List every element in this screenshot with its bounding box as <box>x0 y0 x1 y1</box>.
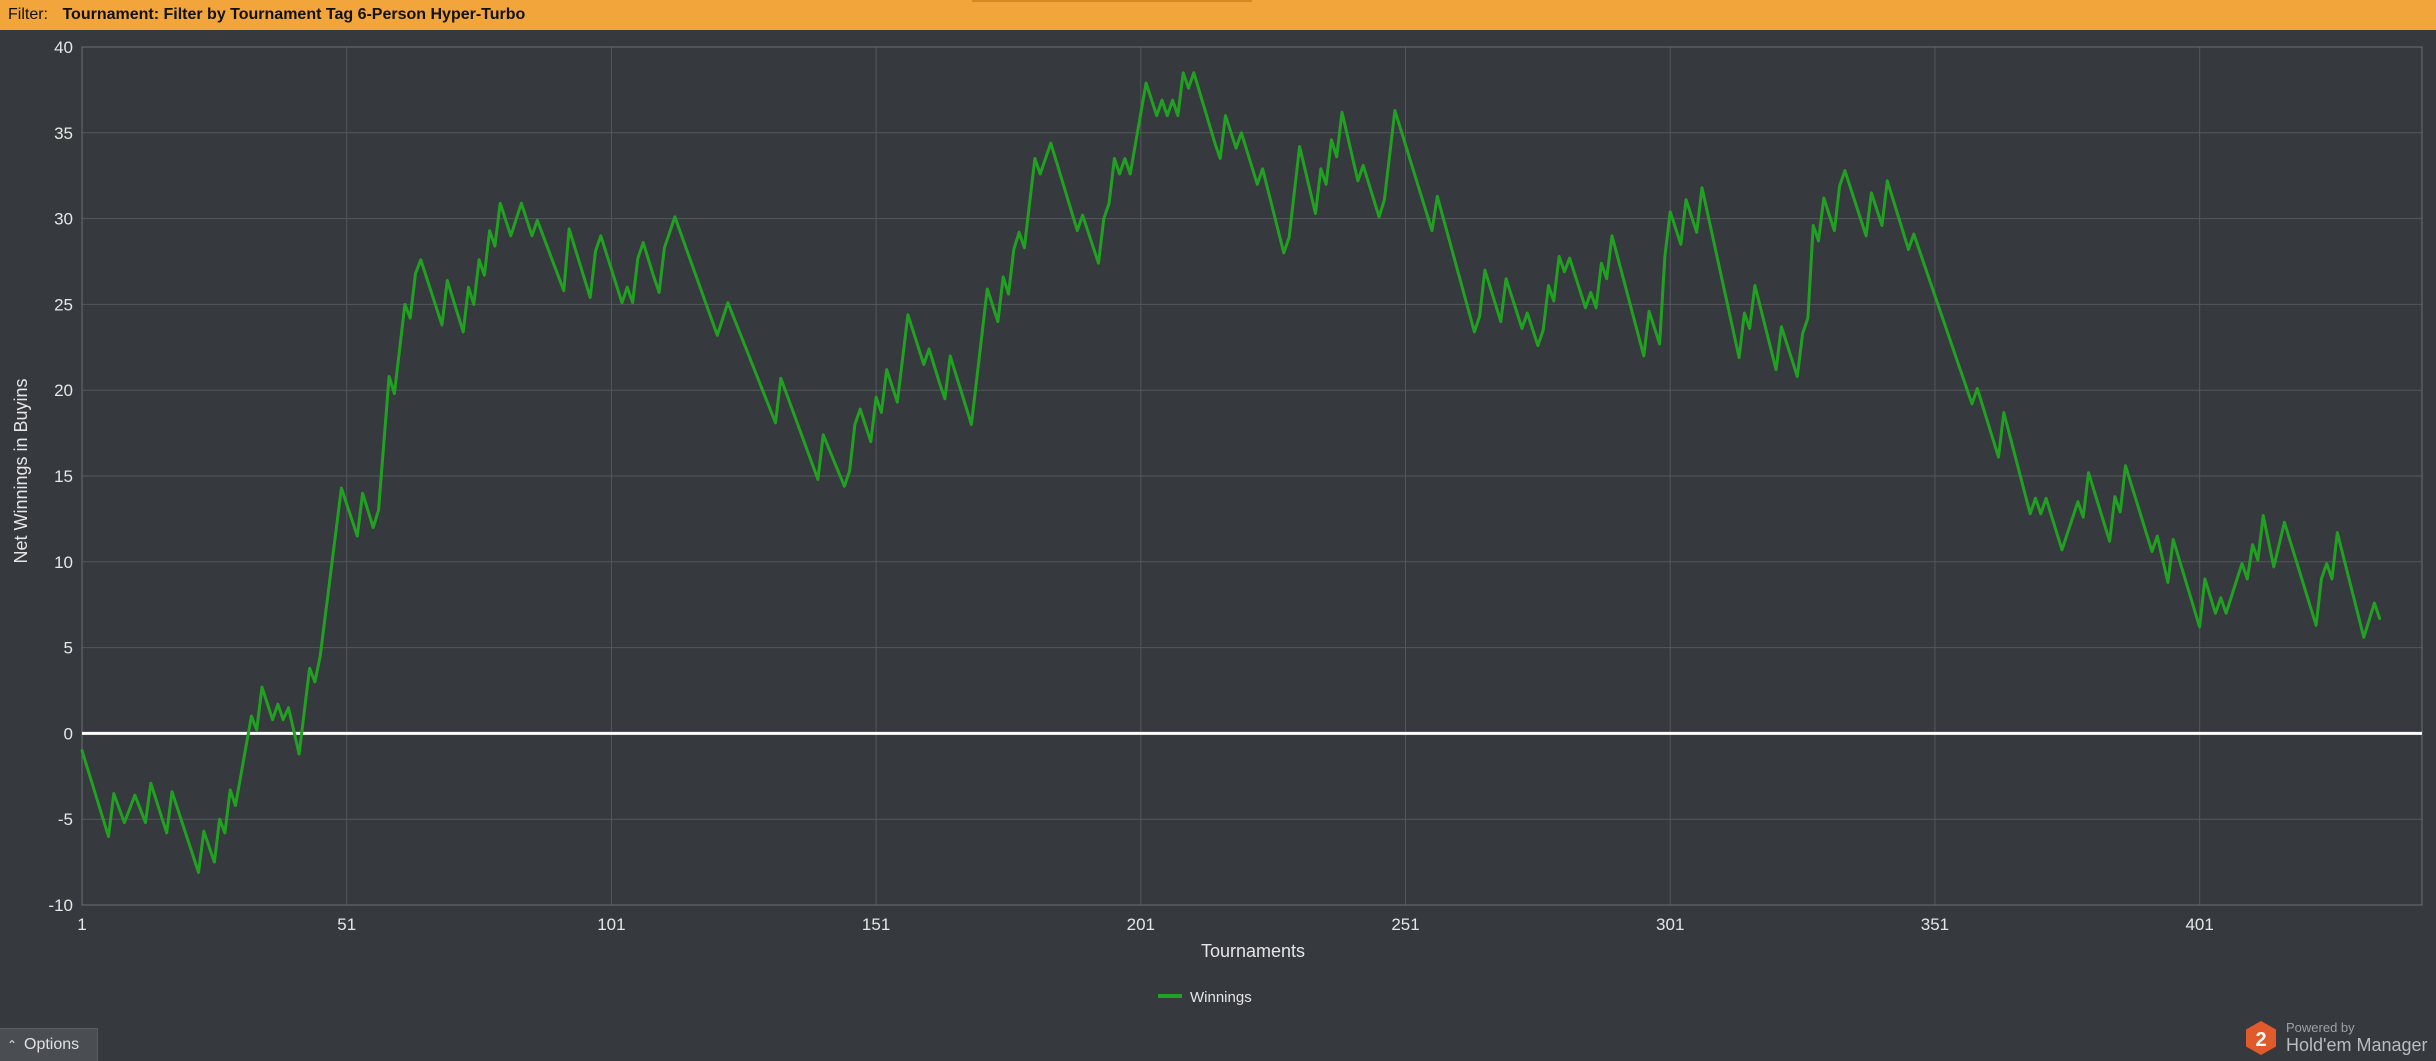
svg-text:2: 2 <box>2255 1029 2266 1051</box>
filter-tab-marker <box>972 0 1252 2</box>
x-tick-label: 151 <box>862 915 890 934</box>
y-tick-label: 0 <box>64 724 73 743</box>
y-tick-label: 10 <box>54 553 73 572</box>
x-axis-title: Tournaments <box>1201 941 1305 961</box>
x-tick-label: 401 <box>2185 915 2213 934</box>
filter-label: Filter: <box>8 6 48 23</box>
x-tick-label: 1 <box>77 915 86 934</box>
chevron-up-icon: ⌃ <box>6 1038 18 1052</box>
y-tick-label: 40 <box>54 38 73 57</box>
y-tick-label: 15 <box>54 467 73 486</box>
hem-logo-icon: 2 <box>2246 1021 2276 1055</box>
y-tick-label: 20 <box>54 381 73 400</box>
winnings-chart: 4035302520151050-5-101 51 101 151 201 251 301 3… <box>11 38 2423 1006</box>
x-tick-label: 201 <box>1127 915 1155 934</box>
x-tick-label: 351 <box>1921 915 1949 934</box>
y-tick-label: 25 <box>54 295 73 314</box>
filter-value: Tournament: Filter by Tournament Tag 6-P… <box>62 6 526 23</box>
y-tick-label: 35 <box>54 124 73 143</box>
grid-lines <box>81 46 2422 906</box>
legend-label-winnings: Winnings <box>1190 989 1252 1006</box>
y-axis-title: Net Winnings in Buyins <box>11 378 31 563</box>
options-button[interactable]: ⌃ Options <box>0 1028 98 1061</box>
series-layer <box>80 71 2382 874</box>
x-tick-label: 51 <box>337 915 356 934</box>
brand-logo: 2 Powered by Hold'em Manager <box>2244 1018 2434 1058</box>
x-tick-label: 301 <box>1656 915 1684 934</box>
options-label: Options <box>24 1036 80 1053</box>
legend: Winnings <box>1158 989 1252 1006</box>
x-tick-label: 101 <box>597 915 625 934</box>
y-tick-label: 30 <box>54 210 73 229</box>
y-tick-label: 5 <box>64 639 73 658</box>
y-tick-label: -10 <box>48 896 73 915</box>
filter-bar[interactable]: Filter: Tournament: Filter by Tournament… <box>0 0 2436 30</box>
brand-name: Hold'em Manager <box>2286 1035 2428 1055</box>
x-tick-label: 251 <box>1391 915 1419 934</box>
series-line-winnings <box>80 71 2382 874</box>
y-tick-label: -5 <box>58 810 73 829</box>
powered-by-text: Powered by <box>2286 1020 2355 1035</box>
